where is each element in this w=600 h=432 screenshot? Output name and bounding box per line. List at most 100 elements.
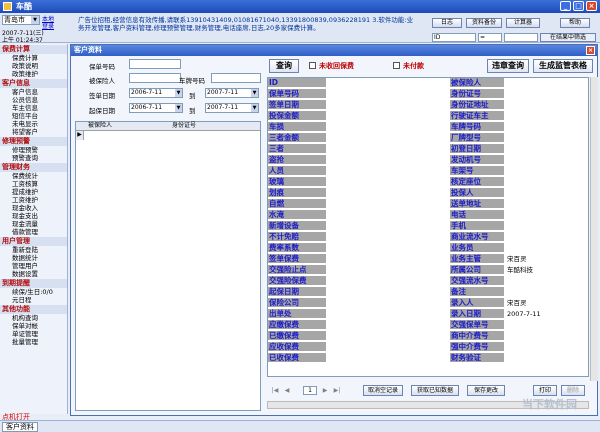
field-value[interactable]: [506, 199, 588, 209]
print-button[interactable]: 打印: [533, 385, 557, 396]
sidebar-item[interactable]: 重新登陆: [0, 246, 67, 254]
field-value[interactable]: [506, 144, 588, 154]
customer-list-grid[interactable]: 被保险人 身份证号 ▶: [75, 121, 261, 411]
field-value[interactable]: [328, 122, 448, 132]
field-value[interactable]: [506, 210, 588, 220]
start-date-from[interactable]: 2006-7-11 ▼: [129, 103, 183, 113]
sidebar-section-title[interactable]: 其他功能: [0, 305, 67, 314]
field-value[interactable]: [506, 232, 588, 242]
sidebar-item[interactable]: 车主信息: [0, 104, 67, 112]
sidebar-item[interactable]: 借款管理: [0, 228, 67, 236]
sidebar-item[interactable]: 未电显示: [0, 120, 67, 128]
field-value[interactable]: [506, 166, 588, 176]
first-record-icon[interactable]: |◀: [271, 386, 279, 395]
sidebar-item[interactable]: 保单对帐: [0, 322, 67, 330]
field-value[interactable]: 车酷科技: [506, 265, 588, 275]
chevron-down-icon[interactable]: ▼: [175, 104, 182, 112]
filter-value-input[interactable]: [504, 33, 538, 42]
sidebar-item[interactable]: 续保/生日:0/0: [0, 288, 67, 296]
field-value[interactable]: [328, 331, 448, 341]
sidebar-item[interactable]: 现金支出: [0, 212, 67, 220]
insured-input[interactable]: [129, 73, 181, 83]
field-value[interactable]: [506, 221, 588, 231]
field-value[interactable]: [506, 276, 588, 286]
field-value[interactable]: [328, 89, 448, 99]
sidebar-item[interactable]: 公员信息: [0, 96, 67, 104]
sidebar-item[interactable]: 修理预警: [0, 146, 67, 154]
last-record-icon[interactable]: ▶|: [333, 386, 341, 395]
field-value[interactable]: [328, 133, 448, 143]
sidebar-item[interactable]: 元日程: [0, 296, 67, 304]
field-value[interactable]: [328, 320, 448, 330]
policy-no-input[interactable]: [129, 59, 181, 69]
field-value[interactable]: [506, 133, 588, 143]
field-value[interactable]: [328, 177, 448, 187]
field-value[interactable]: [328, 221, 448, 231]
sidebar-item[interactable]: 预警查询: [0, 154, 67, 162]
field-value[interactable]: [328, 100, 448, 110]
sidebar-item[interactable]: 数据设置: [0, 270, 67, 278]
field-value[interactable]: [328, 243, 448, 253]
next-record-icon[interactable]: ▶: [321, 386, 329, 395]
field-value[interactable]: [328, 254, 448, 264]
sidebar-item[interactable]: 保费统计: [0, 172, 67, 180]
field-value[interactable]: [506, 155, 588, 165]
field-value[interactable]: 宋百灵: [506, 298, 588, 308]
field-value[interactable]: [506, 353, 588, 363]
field-value[interactable]: [506, 243, 588, 253]
delete-button[interactable]: 删除: [561, 385, 585, 396]
field-value[interactable]: [506, 320, 588, 330]
field-value[interactable]: [328, 276, 448, 286]
field-combo[interactable]: ID: [432, 33, 476, 42]
field-value[interactable]: [506, 89, 588, 99]
field-value[interactable]: [506, 342, 588, 352]
field-value[interactable]: [506, 287, 588, 297]
backup-button[interactable]: 资料备份: [466, 18, 502, 28]
fetch-known-button[interactable]: 获取已知数据: [411, 385, 459, 396]
sidebar-item[interactable]: 保费计算: [0, 54, 67, 62]
field-value[interactable]: [328, 166, 448, 176]
start-date-to[interactable]: 2007-7-11 ▼: [205, 103, 259, 113]
help-button[interactable]: 帮助: [560, 18, 590, 28]
chevron-down-icon[interactable]: ▼: [31, 16, 39, 24]
generate-report-button[interactable]: 生成监管表格: [533, 59, 593, 73]
violation-query-button[interactable]: 违章查询: [487, 59, 529, 73]
sidebar-item[interactable]: 短信平台: [0, 112, 67, 120]
sidebar-item[interactable]: 机构查询: [0, 314, 67, 322]
sidebar-item[interactable]: 工资维护: [0, 196, 67, 204]
field-value[interactable]: [328, 342, 448, 352]
close-button[interactable]: ×: [586, 1, 597, 11]
sidebar-item[interactable]: 政策维护: [0, 70, 67, 78]
sidebar-section-title[interactable]: 管理财务: [0, 163, 67, 172]
query-button[interactable]: 查询: [269, 59, 299, 73]
field-value[interactable]: [328, 111, 448, 121]
sidebar-item[interactable]: 政策说明: [0, 62, 67, 70]
login-link[interactable]: 登录: [42, 21, 54, 30]
field-value[interactable]: [506, 111, 588, 121]
sidebar-section-title[interactable]: 到期提醒: [0, 279, 67, 288]
sidebar-section-title[interactable]: 客户信息: [0, 79, 67, 88]
sidebar-item[interactable]: 数据统计: [0, 254, 67, 262]
sidebar-item[interactable]: 现金收入: [0, 204, 67, 212]
field-value[interactable]: [328, 78, 448, 88]
sidebar-item[interactable]: 单证管理: [0, 330, 67, 338]
sidebar-item[interactable]: 将望客户: [0, 128, 67, 136]
chevron-down-icon[interactable]: ▼: [175, 89, 182, 97]
field-value[interactable]: 2007-7-11: [506, 309, 588, 319]
cancel-empty-button[interactable]: 取消空记录: [363, 385, 403, 396]
field-value[interactable]: [506, 122, 588, 132]
plate-input[interactable]: [211, 73, 261, 83]
field-value[interactable]: [506, 78, 588, 88]
sidebar-item[interactable]: 现金流量: [0, 220, 67, 228]
filter-in-results-button[interactable]: 在结果中筛选: [540, 33, 596, 42]
log-button[interactable]: 日志: [432, 18, 462, 28]
field-value[interactable]: [506, 100, 588, 110]
record-number[interactable]: 1: [303, 386, 317, 395]
chevron-down-icon[interactable]: ▼: [251, 89, 258, 97]
sidebar-item[interactable]: 管理用户: [0, 262, 67, 270]
field-value[interactable]: [328, 188, 448, 198]
field-value[interactable]: [506, 188, 588, 198]
sidebar-section-title[interactable]: 保费计算: [0, 45, 67, 54]
field-value[interactable]: [328, 155, 448, 165]
chevron-down-icon[interactable]: ▼: [251, 104, 258, 112]
